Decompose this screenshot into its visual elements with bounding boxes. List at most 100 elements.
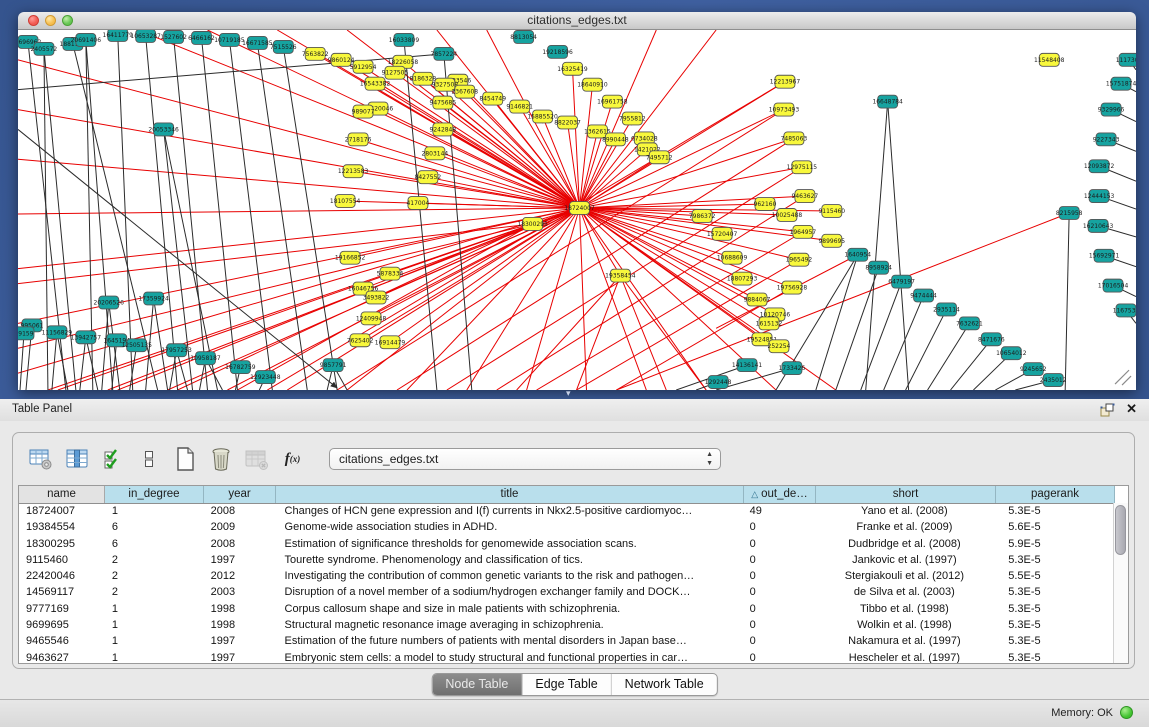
network-table-select[interactable]: citations_edges.txt ▲▼	[329, 448, 721, 470]
clear-selection-icon[interactable]	[135, 446, 162, 473]
cell-year[interactable]: 1997	[204, 633, 276, 649]
cell-name[interactable]: 9115460	[19, 552, 105, 568]
cell-year[interactable]: 2008	[204, 503, 276, 519]
cell-in_degree[interactable]: 1	[105, 503, 204, 519]
network-node[interactable]: 10653287	[130, 30, 161, 42]
network-node[interactable]: 7625402	[347, 334, 374, 347]
cell-short[interactable]: Nakamura et al. (1997)	[815, 633, 995, 649]
cell-in_degree[interactable]: 6	[105, 519, 204, 535]
column-header-title[interactable]: title	[276, 486, 744, 503]
cell-pagerank[interactable]: 5.3E-5	[994, 503, 1113, 519]
cell-year[interactable]: 1997	[204, 552, 276, 568]
cell-name[interactable]: 18724007	[19, 503, 105, 519]
cell-pagerank[interactable]: 5.9E-5	[994, 536, 1113, 552]
cell-out_degree[interactable]: 0	[743, 519, 815, 535]
cell-title[interactable]: Estimation of significance thresholds fo…	[276, 536, 743, 552]
cell-pagerank[interactable]: 5.5E-5	[994, 568, 1113, 584]
network-node[interactable]: 1117307	[1116, 53, 1136, 66]
cell-pagerank[interactable]: 5.6E-5	[994, 519, 1113, 535]
network-node[interactable]: 18640910	[577, 78, 608, 91]
cell-in_degree[interactable]: 1	[105, 601, 204, 617]
network-node[interactable]: 11156829	[42, 326, 73, 339]
network-node[interactable]: 2367608	[451, 85, 478, 98]
network-node[interactable]: 16411779	[103, 30, 134, 41]
network-node[interactable]: 13942757	[71, 331, 102, 344]
network-node[interactable]: 10688609	[717, 251, 748, 264]
cell-year[interactable]: 1998	[204, 617, 276, 633]
network-node[interactable]: 19358454	[605, 269, 636, 282]
network-node[interactable]: 15692971	[1089, 249, 1120, 262]
network-node[interactable]: 11548408	[1034, 53, 1065, 66]
close-window-button[interactable]	[28, 15, 39, 26]
table-row[interactable]: 1830029562008Estimation of significance …	[19, 536, 1113, 552]
network-node[interactable]: 989077	[352, 105, 375, 118]
column-header-in_degree[interactable]: in_degree	[105, 486, 204, 503]
network-node[interactable]: 99159	[18, 327, 34, 340]
cell-pagerank[interactable]: 5.3E-5	[994, 601, 1113, 617]
cell-name[interactable]: 9699695	[19, 617, 105, 633]
cell-year[interactable]: 2008	[204, 536, 276, 552]
delete-icon[interactable]	[207, 446, 234, 473]
cell-out_degree[interactable]: 0	[743, 536, 815, 552]
cell-in_degree[interactable]: 2	[105, 552, 204, 568]
network-node[interactable]: 1527602	[160, 30, 187, 43]
network-node[interactable]: 2935114	[933, 303, 960, 316]
cell-pagerank[interactable]: 5.3E-5	[994, 552, 1113, 568]
column-header-name[interactable]: name	[19, 486, 105, 503]
network-node[interactable]: 2803144	[422, 147, 449, 160]
network-node[interactable]: 3493822	[363, 291, 390, 304]
column-header-pagerank[interactable]: pagerank	[996, 486, 1115, 503]
scrollbar-thumb[interactable]	[1115, 505, 1126, 555]
network-node[interactable]: 16033809	[389, 33, 420, 46]
cell-year[interactable]: 2012	[204, 568, 276, 584]
network-node[interactable]: 9475685	[430, 96, 457, 109]
network-node[interactable]: 1733426	[779, 362, 806, 375]
table-row[interactable]: 911546021997Tourette syndrome. Phenomeno…	[19, 552, 1113, 568]
network-node[interactable]: 12444153	[1084, 190, 1115, 203]
table-settings-icon[interactable]	[27, 446, 54, 473]
cell-title[interactable]: Embryonic stem cells: a model to study s…	[276, 650, 743, 663]
cell-out_degree[interactable]: 0	[743, 650, 815, 663]
select-all-icon[interactable]	[99, 446, 126, 473]
network-node[interactable]: 8215958	[1056, 207, 1083, 220]
table-scrollbar[interactable]	[1113, 503, 1128, 663]
network-node[interactable]: 1292448	[705, 376, 732, 389]
table-row[interactable]: 946362711997Embryonic stem cells: a mode…	[19, 650, 1113, 663]
cell-short[interactable]: Hescheler et al. (1997)	[815, 650, 995, 663]
network-node[interactable]: 18107554	[330, 195, 361, 208]
minimize-window-button[interactable]	[45, 15, 56, 26]
cell-out_degree[interactable]: 0	[743, 617, 815, 633]
cell-pagerank[interactable]: 5.3E-5	[994, 650, 1113, 663]
network-node[interactable]: 7632621	[956, 317, 983, 330]
network-node[interactable]: 15751874	[1106, 77, 1136, 90]
network-node[interactable]: 8958924	[865, 261, 892, 274]
cell-out_degree[interactable]: 0	[743, 584, 815, 600]
network-node[interactable]: 6466162	[188, 31, 215, 44]
cell-in_degree[interactable]: 1	[105, 650, 204, 663]
tab-edge-table[interactable]: Edge Table	[521, 674, 610, 695]
cell-out_degree[interactable]: 0	[743, 568, 815, 584]
network-node[interactable]: 16914479	[375, 336, 406, 349]
cell-short[interactable]: Wolkin et al. (1998)	[815, 617, 995, 633]
network-node[interactable]: 17359924	[138, 292, 169, 305]
column-header-year[interactable]: year	[204, 486, 276, 503]
network-node[interactable]: 1964957	[790, 225, 817, 238]
network-node[interactable]: 20053346	[148, 123, 179, 136]
function-builder-icon[interactable]: f(x)	[279, 446, 306, 473]
network-node[interactable]: 16543382	[360, 77, 391, 90]
float-panel-icon[interactable]	[1100, 403, 1115, 417]
cell-in_degree[interactable]: 1	[105, 617, 204, 633]
network-node[interactable]: 9474444	[910, 289, 937, 302]
network-node[interactable]: 9127505	[382, 66, 409, 79]
network-node[interactable]: 7515526	[270, 40, 297, 53]
cell-in_degree[interactable]: 1	[105, 633, 204, 649]
cell-pagerank[interactable]: 5.3E-5	[994, 633, 1113, 649]
memory-status-indicator[interactable]	[1120, 706, 1133, 719]
cell-name[interactable]: 18300295	[19, 536, 105, 552]
cell-title[interactable]: Tourette syndrome. Phenomenology and cla…	[276, 552, 743, 568]
cell-title[interactable]: Corpus callosum shape and size in male p…	[276, 601, 743, 617]
network-node[interactable]: 19218596	[542, 45, 573, 58]
cell-title[interactable]: Structural magnetic resonance image aver…	[276, 617, 743, 633]
cell-name[interactable]: 22420046	[19, 568, 105, 584]
cell-out_degree[interactable]: 49	[743, 503, 815, 519]
